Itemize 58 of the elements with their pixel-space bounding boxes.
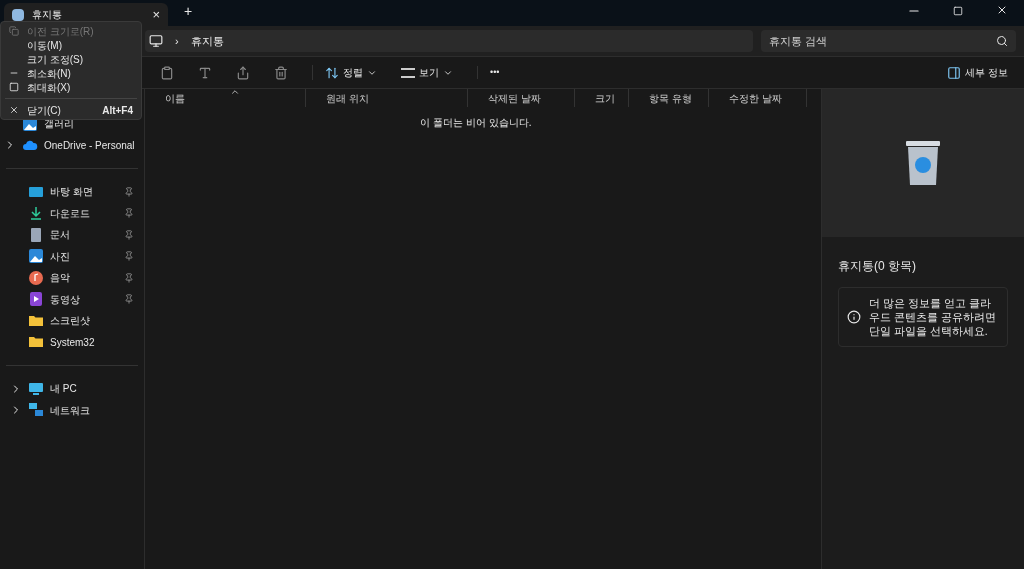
search-icon: [996, 35, 1008, 47]
sidebar-item[interactable]: 동영상: [6, 288, 138, 310]
column-header[interactable]: 원래 위치: [306, 89, 468, 107]
sidebar-item[interactable]: 네트워크: [6, 399, 138, 421]
sort-indicator-icon: [230, 87, 240, 97]
close-icon: [9, 105, 19, 115]
breadcrumb[interactable]: 휴지통: [190, 32, 224, 50]
sidebar-item[interactable]: 바탕 화면: [6, 181, 138, 203]
column-header[interactable]: 수정한 날짜: [709, 89, 807, 107]
sidebar-item[interactable]: 음악: [6, 267, 138, 289]
sidebar-item[interactable]: 문서: [6, 224, 138, 246]
paste-icon[interactable]: [160, 65, 174, 80]
search-field[interactable]: 휴지통 검색: [761, 30, 1016, 52]
sidebar-item[interactable]: 사진: [6, 245, 138, 267]
column-header[interactable]: 크기: [575, 89, 629, 107]
share-icon[interactable]: [236, 65, 250, 80]
network-icon: [28, 402, 44, 419]
empty-message: 이 폴더는 비어 있습니다.: [419, 116, 533, 130]
column-header[interactable]: 항목 유형: [629, 89, 709, 107]
document-icon: [28, 226, 44, 243]
sidebar-item[interactable]: 내 PC: [6, 378, 138, 400]
menu-item[interactable]: 이동(M): [5, 38, 137, 52]
restore-icon: [9, 26, 19, 36]
rename-icon[interactable]: [198, 65, 212, 80]
view-button[interactable]: 보기: [401, 65, 453, 80]
menu-item[interactable]: 최대화(X): [5, 80, 137, 94]
sort-button[interactable]: 정렬: [312, 65, 377, 80]
monitor-icon: [149, 34, 163, 48]
column-header[interactable]: 삭제된 날짜: [468, 89, 575, 107]
picture-icon: [28, 248, 44, 265]
more-button[interactable]: •••: [477, 65, 500, 80]
menu-item[interactable]: 크기 조정(S): [5, 52, 137, 66]
address-bar[interactable]: › 휴지통: [145, 30, 753, 52]
monitor-icon: [28, 380, 44, 397]
sidebar-item[interactable]: System32: [6, 331, 138, 353]
menu-item[interactable]: 닫기(C) Alt+F4: [5, 103, 137, 117]
sidebar-item[interactable]: OneDrive - Personal: [0, 134, 144, 156]
info-icon: [847, 310, 861, 324]
music-icon: [28, 269, 44, 286]
tab-title: 휴지통: [32, 8, 63, 22]
delete-icon[interactable]: [274, 65, 288, 80]
column-header[interactable]: 이름: [145, 89, 306, 107]
maximize-icon: [9, 82, 19, 92]
menu-item[interactable]: 최소화(N): [5, 66, 137, 80]
download-icon: [28, 205, 44, 222]
list-icon: [401, 67, 415, 78]
panel-icon: [947, 65, 962, 80]
sidebar-item[interactable]: 스크린샷: [6, 310, 138, 332]
close-tab-button[interactable]: ×: [152, 4, 160, 25]
sort-icon: [325, 65, 339, 80]
details-title: 휴지통(0 항목): [837, 258, 917, 275]
sidebar-item[interactable]: 다운로드: [6, 202, 138, 224]
new-tab-button[interactable]: +: [184, 1, 193, 22]
info-text: 더 많은 정보를 얻고 클라우드 콘텐츠를 공유하려면 단일 파일을 선택하세요.: [869, 296, 997, 338]
details-button[interactable]: 세부 정보: [947, 65, 1008, 80]
video-icon: [28, 291, 44, 308]
chevron-icon: ›: [175, 32, 179, 50]
shortcut-text: Alt+F4: [102, 103, 133, 118]
